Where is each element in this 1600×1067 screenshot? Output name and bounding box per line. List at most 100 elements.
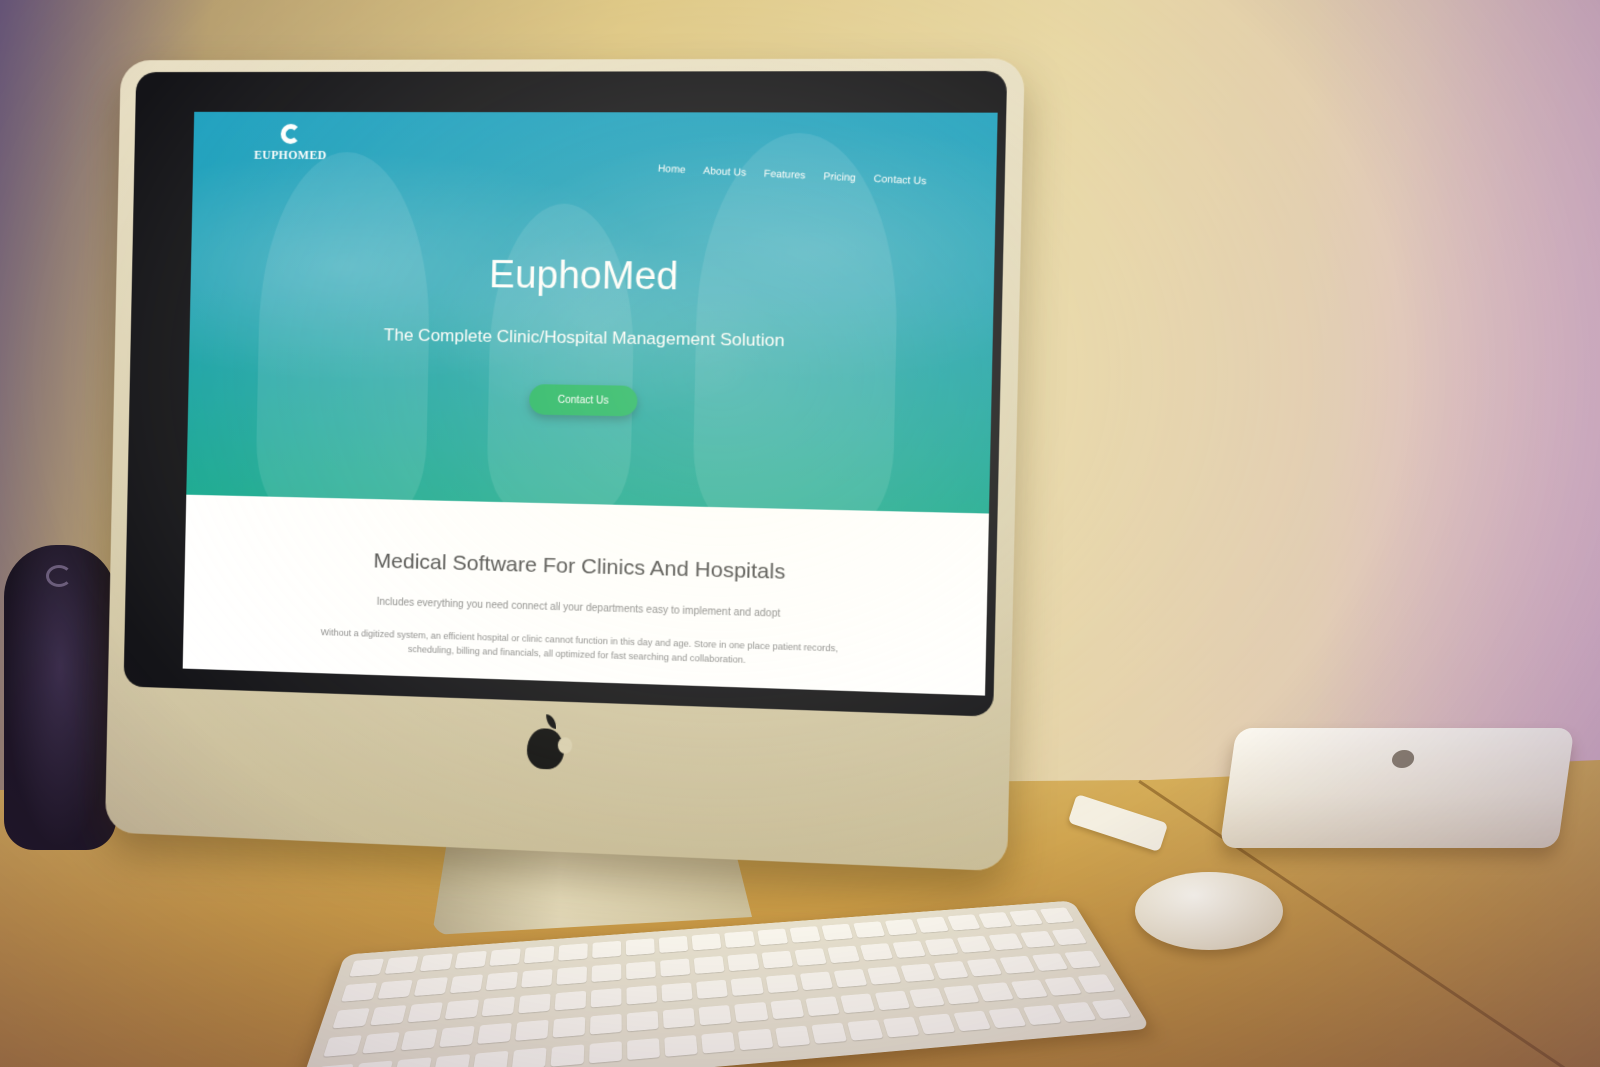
keyboard-key (789, 926, 821, 943)
website-screen: EUPHOMED Home About Us Features Pricing … (182, 111, 998, 696)
keyboard-key (738, 1028, 773, 1051)
keyboard-key (485, 971, 519, 991)
section-title: Medical Software For Clinics And Hospita… (373, 549, 786, 584)
keyboard-key (859, 943, 893, 961)
nav-item-features[interactable]: Features (763, 168, 805, 181)
keyboard-key (1008, 909, 1043, 926)
keyboard-key (591, 987, 622, 1008)
keyboard-key (900, 963, 935, 982)
nav-item-home[interactable]: Home (657, 163, 685, 176)
nav-item-about-us[interactable]: About Us (702, 166, 746, 179)
wall-corner (1310, 0, 1600, 760)
keyboard-key (590, 1013, 623, 1035)
apple-icon (520, 713, 573, 772)
keyboard-key (794, 948, 827, 966)
keyboard-key (701, 1031, 736, 1054)
keyboard-key (663, 1007, 696, 1029)
keyboard-key (734, 1002, 768, 1023)
site-logo[interactable]: EUPHOMED (250, 123, 331, 168)
mac-mini (1219, 728, 1575, 848)
nav-item-pricing[interactable]: Pricing (823, 171, 856, 184)
hero-section: EUPHOMED Home About Us Features Pricing … (186, 111, 998, 527)
keyboard-key (696, 979, 729, 999)
mac-mini-apple-icon (1390, 750, 1416, 768)
keyboard-key (1039, 907, 1074, 924)
keyboard-key (433, 1054, 471, 1067)
keyboard-key (558, 943, 589, 961)
section-lead: Includes everything you need connect all… (376, 596, 781, 620)
keyboard-key (518, 993, 552, 1014)
keyboard-key (884, 919, 917, 936)
keyboard-key (942, 985, 980, 1005)
keyboard-key (917, 1013, 956, 1035)
keyboard-key (489, 948, 522, 966)
mouse (1135, 872, 1283, 950)
keyboard-key (765, 974, 799, 994)
keyboard-key (341, 982, 378, 1002)
keyboard-key (846, 1019, 883, 1041)
keyboard-key (591, 963, 622, 983)
speaker (4, 545, 116, 850)
keyboard-key (349, 958, 385, 977)
keyboard-key (966, 958, 1002, 977)
keyboard-key (1044, 976, 1082, 996)
keyboard-key (988, 933, 1024, 951)
keyboard-key (988, 1007, 1027, 1029)
keyboard-key (999, 955, 1036, 974)
keyboard-key (454, 950, 488, 969)
keyboard-key (694, 955, 725, 974)
euphomed-logo-icon (280, 123, 301, 144)
keyboard-key (661, 982, 694, 1002)
keyboard-key (953, 1010, 991, 1032)
apple-leaf (545, 714, 557, 729)
logo-text: EUPHOMED (253, 147, 327, 163)
keyboard-key (947, 914, 981, 931)
keyboard-key (626, 985, 658, 1005)
keyboard-key (477, 1022, 513, 1044)
keyboard-key (664, 1034, 699, 1057)
keyboard-key (1031, 953, 1069, 972)
keyboard-key (826, 945, 860, 964)
speaker-logo-icon (46, 565, 72, 587)
keyboard-key (472, 1050, 509, 1067)
keyboard-key (908, 987, 945, 1008)
imac-monitor: EUPHOMED Home About Us Features Pricing … (104, 58, 1025, 881)
keyboard-key (323, 1035, 363, 1057)
keyboard-key (1057, 1001, 1097, 1023)
keyboard-key (1022, 1004, 1062, 1026)
keyboard-key (882, 1016, 920, 1038)
keyboard-key (659, 935, 689, 953)
keyboard-key (481, 996, 516, 1017)
keyboard-key (821, 923, 853, 941)
keyboard-key (353, 1060, 393, 1067)
contact-us-button[interactable]: Contact Us (528, 384, 638, 417)
keyboard-key (730, 976, 764, 996)
keyboard-key (769, 999, 804, 1020)
keyboard-key (627, 1010, 659, 1032)
keyboard-key (393, 1057, 432, 1067)
keyboard-key (370, 1005, 407, 1026)
intro-section: Medical Software For Clinics And Hospita… (182, 494, 989, 696)
keyboard-key (956, 935, 991, 953)
keyboard-key (515, 1019, 549, 1041)
keyboard-key (833, 968, 867, 988)
keyboard-key (1019, 930, 1056, 948)
keyboard-key (1077, 974, 1116, 993)
keyboard-key (439, 1025, 476, 1048)
keyboard-key (550, 1044, 585, 1067)
keyboard-key (407, 1002, 444, 1023)
keyboard-key (724, 930, 755, 948)
nav-item-contact-us[interactable]: Contact Us (873, 174, 926, 188)
keyboard-key (377, 979, 413, 999)
keyboard-key (413, 977, 449, 997)
keyboard-key (521, 968, 553, 988)
keyboard-key (760, 950, 793, 969)
keyboard-key (1051, 928, 1087, 946)
keyboard-key (556, 966, 588, 985)
keyboard-key (626, 938, 656, 956)
keyboard-key (691, 933, 722, 951)
keyboard-key (799, 971, 833, 991)
keyboard-key (384, 955, 419, 974)
keyboard-key (933, 960, 969, 980)
keyboard-key (874, 990, 910, 1011)
